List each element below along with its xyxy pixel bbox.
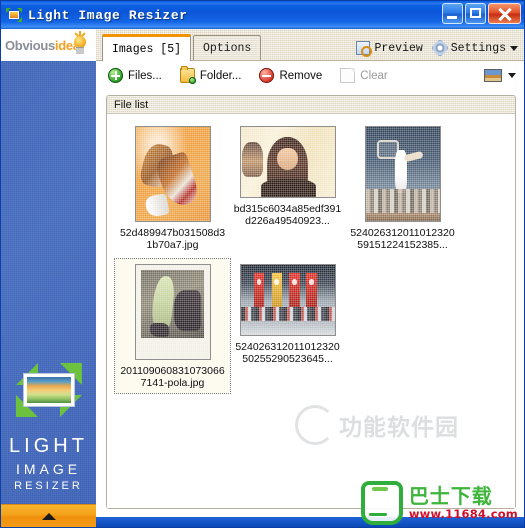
tab-images-label: Images [5] [112,42,182,56]
clear-label: Clear [360,69,388,82]
preview-icon [356,41,373,57]
tab-images[interactable]: Images [5] [102,34,192,61]
view-mode-chevron-down-icon[interactable] [508,73,516,78]
file-list-groupbox: File list 52d489947b031508d31b70a7.jpg b… [106,95,516,509]
product-name-line1: LIGHT [9,435,88,457]
file-name: 52402631201101232050255290523645... [235,341,340,365]
thumbnail-image [135,127,210,221]
remove-icon [259,68,275,83]
chevron-down-icon[interactable] [510,45,518,51]
close-button[interactable] [488,3,521,24]
gear-icon [432,41,447,55]
thumbnail-grid: 52d489947b031508d31b70a7.jpg bd315c6034a… [114,121,511,397]
tab-strip-actions: Preview Settings [356,41,524,60]
window-title: Light Image Resizer [28,7,188,23]
list-item[interactable]: 2011090608310730667141-pola.jpg [114,258,231,394]
clear-icon [340,68,356,83]
status-bar [96,517,524,527]
list-item[interactable]: 52d489947b031508d31b70a7.jpg [115,121,230,255]
thumbnail-image [365,127,440,221]
add-files-icon [108,68,123,83]
tab-options[interactable]: Options [193,35,262,60]
remove-button[interactable]: Remove [257,66,324,85]
thumbnail-frame[interactable] [239,264,336,336]
clear-button[interactable]: Clear [338,66,389,85]
thumbnail-image [135,265,210,359]
product-name-line2: IMAGE [15,461,82,477]
minimize-button[interactable] [442,3,463,24]
preview-label: Preview [374,41,423,55]
application-window: Light Image Resizer Obviousidea LIGHT IM… [0,0,525,528]
list-item[interactable]: bd315c6034a85edf391d226a49540923... [230,121,345,255]
window-body: Obviousidea LIGHT IMAGE RESIZER Images [… [1,29,524,527]
file-list-body[interactable]: 52d489947b031508d31b70a7.jpg bd315c6034a… [107,115,515,508]
add-files-label: Files... [128,69,162,82]
sidebar: Obviousidea LIGHT IMAGE RESIZER [1,29,96,527]
product-name-line3: RESIZER [14,480,83,492]
brand-name-part1: Obvious [5,37,55,53]
thumbnail-frame[interactable] [364,126,441,222]
file-list-label: File list [114,98,149,111]
tab-strip: Images [5] Options Preview Settings [96,29,524,61]
maximize-button[interactable] [465,3,486,24]
add-folder-button[interactable]: Folder... [178,66,244,85]
main-panel: Images [5] Options Preview Settings File… [96,29,524,527]
tab-options-label: Options [203,41,252,55]
obviousidea-logo[interactable]: Obviousidea [1,29,96,61]
list-item[interactable]: 52402631201101232050255290523645... [230,259,345,393]
toolbar: Files... Folder... Remove Clear [96,61,524,91]
file-name: bd315c6034a85edf391d226a49540923... [233,203,342,227]
file-list-area: File list 52d489947b031508d31b70a7.jpg b… [96,91,524,517]
view-mode-control[interactable] [484,69,516,82]
list-item[interactable]: 52402631201101232059151224152385... [345,121,460,255]
thumbnail-frame[interactable] [134,264,211,360]
lightbulb-icon [70,31,90,57]
add-files-button[interactable]: Files... [106,66,164,85]
thumbnail-image [240,127,335,197]
product-logo-icon [14,361,84,419]
thumbnail-frame[interactable] [239,126,336,198]
add-folder-icon [179,66,196,84]
add-folder-label: Folder... [199,69,242,82]
file-name: 2011090608310730667141-pola.jpg [120,365,225,389]
file-list-header: File list [107,96,515,114]
file-name: 52d489947b031508d31b70a7.jpg [119,227,226,251]
title-bar[interactable]: Light Image Resizer [1,1,524,29]
sidebar-collapse-button[interactable] [1,504,96,527]
remove-label: Remove [279,69,323,82]
caption-buttons [442,3,521,24]
preview-button[interactable]: Preview [356,41,423,57]
thumbnail-image [240,265,335,335]
thumbnail-frame[interactable] [134,126,211,222]
chevron-up-icon [41,512,56,520]
app-logo-icon [6,7,22,23]
settings-button[interactable]: Settings [432,41,518,55]
thumbnail-view-icon[interactable] [484,69,502,82]
file-name: 52402631201101232059151224152385... [350,227,455,251]
settings-label: Settings [450,41,506,55]
